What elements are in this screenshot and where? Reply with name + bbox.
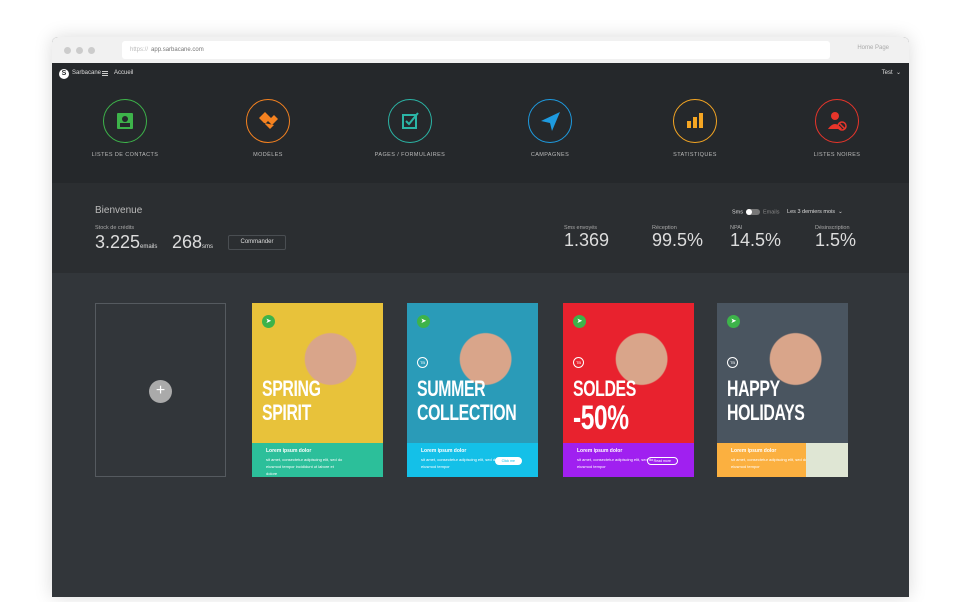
tb-logo: TB: [417, 357, 428, 368]
template-headline: SUMMER COLLECTION: [417, 376, 517, 425]
module-label: CAMPAGNES: [530, 152, 570, 158]
tb-logo: TB: [727, 357, 738, 368]
emails-credits: 3.225: [95, 232, 141, 252]
module-mod-les[interactable]: MODÈLES: [208, 99, 328, 158]
module-listes-noires[interactable]: LISTES NOIRES: [777, 99, 897, 158]
template-desc: sit amet, consectetur adipiscing elit, s…: [577, 457, 654, 469]
template-image: ➤ TB HAPPY HOLIDAYS: [717, 303, 848, 443]
browser-chrome: https://app.sarbacane.com Home Page: [52, 37, 909, 63]
url-text: app.sarbacane.com: [151, 47, 204, 53]
bar-chart-icon: [673, 99, 717, 143]
template-headline: HAPPY HOLIDAYS: [727, 376, 805, 425]
template-card[interactable]: ➤ SPRING SPIRIT Lorem ipsum dolor sit amet…: [252, 303, 383, 477]
template-desc: sit amet, consectetur adipiscing elit, s…: [266, 457, 343, 476]
template-cta-button[interactable]: Click me: [494, 457, 522, 465]
plus-icon[interactable]: +: [149, 380, 172, 403]
toggle-emails-label: Emails: [763, 209, 780, 216]
metric-value: 99.5%: [652, 230, 704, 250]
template-cta-button[interactable]: Read more: [646, 457, 678, 465]
module-label: PAGES / FORMULAIRES: [374, 152, 446, 158]
template-footer: Lorem ipsum dolor sit amet, consectetur a…: [407, 443, 538, 477]
form-check-icon: [388, 99, 432, 143]
module-statistiques[interactable]: STATISTIQUES: [635, 99, 755, 158]
address-bar[interactable]: https://app.sarbacane.com: [122, 41, 830, 59]
template-title: Lorem ipsum dolor: [421, 448, 467, 454]
template-card[interactable]: ➤ TB SUMMER COLLECTION Lorem ipsum dolor s…: [407, 303, 538, 477]
template-footer: Lorem ipsum dolor sit amet, consectetur a…: [252, 443, 383, 477]
metric-value: 1.369: [564, 230, 610, 250]
sarbacane-logo-icon[interactable]: S: [59, 69, 69, 79]
paper-plane-icon: ➤: [727, 315, 740, 328]
templates-icon: [246, 99, 290, 143]
period-value: Les 3 derniers mois: [787, 209, 836, 216]
stock-label: Stock de crédits: [95, 225, 135, 231]
paper-plane-icon: ➤: [417, 315, 430, 328]
template-headline: SOLDES -50%: [573, 376, 636, 437]
url-prefix: https://: [130, 47, 149, 53]
hamburger-menu-icon[interactable]: [102, 71, 108, 76]
template-desc: sit amet, consectetur adipiscing elit, s…: [731, 457, 808, 469]
user-menu[interactable]: Test ⌄: [882, 63, 901, 84]
paper-plane-icon: [528, 99, 572, 143]
template-title: Lorem ipsum dolor: [266, 448, 312, 454]
sms-unit: sms: [202, 244, 214, 250]
module-label: LISTES DE CONTACTS: [91, 152, 159, 158]
modules-bar: LISTES DE CONTACTS MODÈLES PAGES / FORMULA…: [52, 84, 909, 183]
sms-credits: 268: [172, 232, 203, 252]
metric: Réception 99.5%: [652, 225, 703, 251]
paper-plane-icon: ➤: [573, 315, 586, 328]
template-card[interactable]: ➤ TB SOLDES -50% Lorem ipsum dolor sit ame…: [563, 303, 694, 477]
template-image: ➤ TB SOLDES -50%: [563, 303, 694, 443]
top-nav: S Sarbacane Accueil Test ⌄: [52, 63, 909, 84]
sms-emails-toggle[interactable]: [746, 209, 760, 215]
home-page-link[interactable]: Home Page: [857, 45, 889, 51]
metric: Désinscription 1.5%: [815, 225, 856, 251]
paper-plane-icon: ➤: [262, 315, 275, 328]
period-select[interactable]: Les 3 derniers mois ⌄: [787, 209, 843, 215]
metric: Sms envoyés 1.369: [564, 225, 609, 251]
app-window: https://app.sarbacane.com Home Page S Sa…: [52, 37, 909, 597]
template-headline: SPRING SPIRIT: [262, 376, 321, 425]
module-label: MODÈLES: [253, 152, 283, 158]
template-footer: Lorem ipsum dolor sit amet, consectetur a…: [563, 443, 694, 477]
template-card[interactable]: ➤ TB HAPPY HOLIDAYS Lorem ipsum dolor sit …: [717, 303, 848, 477]
template-desc: sit amet, consectetur adipiscing elit, s…: [421, 457, 498, 469]
module-campagnes[interactable]: CAMPAGNES: [490, 99, 610, 158]
metric-value: 1.5%: [815, 230, 857, 250]
chevron-down-icon: ⌄: [838, 209, 843, 216]
contacts-icon: [103, 99, 147, 143]
module-label: LISTES NOIRES: [813, 152, 861, 158]
template-image: ➤ SPRING SPIRIT: [252, 303, 383, 443]
map-thumbnail: [806, 443, 848, 477]
welcome-title: Bienvenue: [95, 205, 143, 216]
nav-accueil[interactable]: Accueil: [114, 63, 133, 84]
module-label: STATISTIQUES: [673, 152, 717, 158]
metric-value: 14.5%: [730, 230, 782, 250]
module-pages-formulaires[interactable]: PAGES / FORMULAIRES: [350, 99, 470, 158]
tb-logo: TB: [573, 357, 584, 368]
emails-unit: emails: [140, 244, 158, 250]
stats-panel: Bienvenue Stock de crédits 3.225emails 2…: [52, 183, 909, 273]
template-footer: Lorem ipsum dolor sit amet, consectetur a…: [717, 443, 848, 477]
brand-name: Sarbacane: [72, 70, 102, 76]
template-image: ➤ TB SUMMER COLLECTION: [407, 303, 538, 443]
metric: NPAI 14.5%: [730, 225, 781, 251]
toggle-sms-label: Sms: [732, 209, 743, 216]
user-name: Test: [881, 70, 893, 76]
commander-button[interactable]: Commander: [228, 235, 286, 250]
window-controls[interactable]: [64, 47, 95, 54]
new-template-card[interactable]: +: [95, 303, 226, 477]
module-listes-de-contacts[interactable]: LISTES DE CONTACTS: [65, 99, 185, 158]
template-title: Lorem ipsum dolor: [577, 448, 623, 454]
blocked-user-icon: [815, 99, 859, 143]
